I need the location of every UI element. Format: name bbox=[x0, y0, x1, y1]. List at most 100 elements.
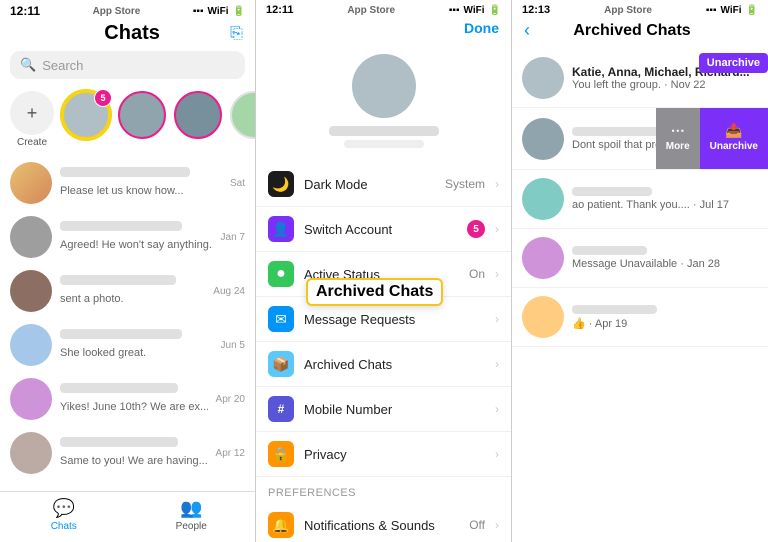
mobile-number-icon: # bbox=[268, 396, 294, 422]
arch-name-blur bbox=[572, 187, 652, 196]
story-avatar-2[interactable] bbox=[118, 91, 166, 139]
story-avatar-4[interactable] bbox=[230, 91, 255, 139]
message-requests-label: Message Requests bbox=[304, 312, 485, 327]
archived-item[interactable]: Katie, Anna, Michael, Richard... You lef… bbox=[512, 49, 768, 108]
arch-name-blur bbox=[572, 246, 647, 255]
status-icons-1: ▪▪▪ WiFi 🔋 bbox=[193, 6, 245, 17]
menu-item-privacy[interactable]: 🔒 Privacy › bbox=[256, 432, 511, 477]
back-button[interactable]: ‹ bbox=[524, 20, 530, 41]
done-button[interactable]: Done bbox=[464, 20, 499, 36]
avatar bbox=[10, 432, 52, 474]
arch-info: ao patient. Thank you.... · Jul 17 bbox=[572, 187, 758, 211]
chat-preview: She looked great. bbox=[60, 347, 146, 359]
bottom-nav: 💬 Chats 👥 People bbox=[0, 491, 255, 542]
menu-item-switch-account[interactable]: 👤 Switch Account 5 › bbox=[256, 207, 511, 252]
panel-chats: 12:11 App Store ▪▪▪ WiFi 🔋 Chats ⎘ 🔍 Sea… bbox=[0, 0, 256, 542]
chat-info: Agreed! He won't say anything... bbox=[60, 221, 213, 253]
avatar bbox=[522, 296, 564, 338]
chat-info: Please let us know how... bbox=[60, 167, 222, 199]
settings-menu: 🌙 Dark Mode System › 👤 Switch Account 5 … bbox=[256, 162, 511, 542]
chat-item[interactable]: Same to you! We are having... Apr 12 bbox=[0, 426, 255, 480]
active-status-value: On bbox=[469, 267, 485, 281]
status-bar-2: 12:11 App Store ▪▪▪ WiFi 🔋 bbox=[256, 0, 511, 18]
time-1: 12:11 bbox=[10, 4, 40, 18]
chat-item[interactable]: Yikes! June 10th? We are ex... Apr 20 bbox=[0, 372, 255, 426]
chats-nav-label: Chats bbox=[51, 521, 77, 532]
wifi-icon-3: WiFi bbox=[721, 5, 742, 16]
chat-preview: Yikes! June 10th? We are ex... bbox=[60, 401, 208, 413]
create-circle: + bbox=[10, 91, 54, 135]
story-avatar-3[interactable] bbox=[174, 91, 222, 139]
chat-item[interactable]: sent a photo. Aug 24 bbox=[0, 264, 255, 318]
arch-info: 👍 · Apr 19 bbox=[572, 305, 758, 330]
people-nav-label: People bbox=[176, 521, 207, 532]
chevron-icon: › bbox=[495, 222, 499, 236]
chat-time: Jan 7 bbox=[221, 232, 245, 243]
menu-item-notifications[interactable]: 🔔 Notifications & Sounds Off › bbox=[256, 503, 511, 542]
switch-account-icon: 👤 bbox=[268, 216, 294, 242]
edit-icon[interactable]: ⎘ bbox=[230, 25, 243, 43]
more-button[interactable]: ⋯ More bbox=[656, 108, 700, 169]
time-2: 12:11 bbox=[266, 4, 294, 16]
chat-preview: Please let us know how... bbox=[60, 185, 184, 197]
more-label: More bbox=[666, 141, 690, 152]
archived-chats-overlay: Archived Chats bbox=[306, 278, 443, 306]
archived-item[interactable]: 👍 · Apr 19 bbox=[512, 288, 768, 347]
profile-sub-bar bbox=[344, 140, 424, 148]
unarchive-button[interactable]: Unarchive bbox=[699, 53, 768, 73]
arch-name-blur bbox=[572, 127, 662, 136]
unarchive-action-button[interactable]: 📤 Unarchive bbox=[700, 108, 768, 169]
archived-chats-label: Archived Chats bbox=[304, 357, 485, 372]
chat-item[interactable]: She looked great. Jun 5 bbox=[0, 318, 255, 372]
create-button[interactable]: + Create bbox=[10, 91, 54, 148]
chats-nav-icon: 💬 bbox=[53, 498, 75, 519]
menu-item-dark-mode[interactable]: 🌙 Dark Mode System › bbox=[256, 162, 511, 207]
search-bar[interactable]: 🔍 Search bbox=[10, 51, 245, 79]
status-bar-1: 12:11 App Store ▪▪▪ WiFi 🔋 bbox=[0, 0, 255, 20]
chat-item[interactable]: Agreed! He won't say anything... Jan 7 bbox=[0, 210, 255, 264]
story-avatar-1[interactable] bbox=[62, 91, 110, 139]
arch-preview: 👍 · Apr 19 bbox=[572, 317, 758, 330]
switch-account-badge: 5 bbox=[467, 220, 485, 238]
archived-chats-icon: 📦 bbox=[268, 351, 294, 377]
chat-info: Yikes! June 10th? We are ex... bbox=[60, 383, 208, 415]
arch-info: Message Unavailable · Jan 28 bbox=[572, 246, 758, 270]
archived-item[interactable]: Dont spoil that precious baby... · Sep 1… bbox=[512, 108, 768, 170]
profile-name-bar bbox=[329, 126, 439, 136]
chat-preview: sent a photo. bbox=[60, 293, 124, 305]
signal-icon-3: ▪▪▪ bbox=[706, 5, 717, 16]
chevron-icon: › bbox=[495, 312, 499, 326]
dark-mode-value: System bbox=[445, 177, 485, 191]
nav-people[interactable]: 👥 People bbox=[128, 498, 256, 532]
mobile-number-label: Mobile Number bbox=[304, 402, 485, 417]
chevron-icon: › bbox=[495, 518, 499, 532]
dark-mode-label: Dark Mode bbox=[304, 177, 435, 192]
arch-preview: You left the group. · Nov 22 bbox=[572, 79, 758, 91]
archived-item[interactable]: Message Unavailable · Jan 28 bbox=[512, 229, 768, 288]
chats-title: Chats bbox=[104, 22, 160, 45]
wifi-icon-2: WiFi bbox=[464, 5, 485, 16]
chat-item[interactable]: Please let us know how... Sat bbox=[0, 156, 255, 210]
archived-item[interactable]: ao patient. Thank you.... · Jul 17 bbox=[512, 170, 768, 229]
chat-name bbox=[60, 437, 178, 447]
chat-info: sent a photo. bbox=[60, 275, 205, 307]
people-nav-icon: 👥 bbox=[180, 498, 202, 519]
chat-time: Jun 5 bbox=[221, 340, 245, 351]
create-label: Create bbox=[17, 137, 47, 148]
switch-account-label: Switch Account bbox=[304, 222, 457, 237]
avatar bbox=[10, 162, 52, 204]
avatar bbox=[522, 57, 564, 99]
status-icons-3: ▪▪▪ WiFi 🔋 bbox=[706, 5, 758, 16]
chat-time: Apr 12 bbox=[216, 448, 245, 459]
chevron-icon: › bbox=[495, 267, 499, 281]
status-icons-2: ▪▪▪ WiFi 🔋 bbox=[449, 5, 501, 16]
avatar bbox=[10, 216, 52, 258]
menu-item-archived-chats[interactable]: 📦 Archived Chats › bbox=[256, 342, 511, 387]
chat-time: Sat bbox=[230, 178, 245, 189]
menu-item-mobile-number[interactable]: # Mobile Number › bbox=[256, 387, 511, 432]
panel-settings: 12:11 App Store ▪▪▪ WiFi 🔋 Done 🌙 Dark M… bbox=[256, 0, 512, 542]
notifications-label: Notifications & Sounds bbox=[304, 518, 459, 533]
nav-chats[interactable]: 💬 Chats bbox=[0, 498, 128, 532]
chat-name bbox=[60, 167, 190, 177]
carrier-2: App Store bbox=[347, 5, 395, 16]
